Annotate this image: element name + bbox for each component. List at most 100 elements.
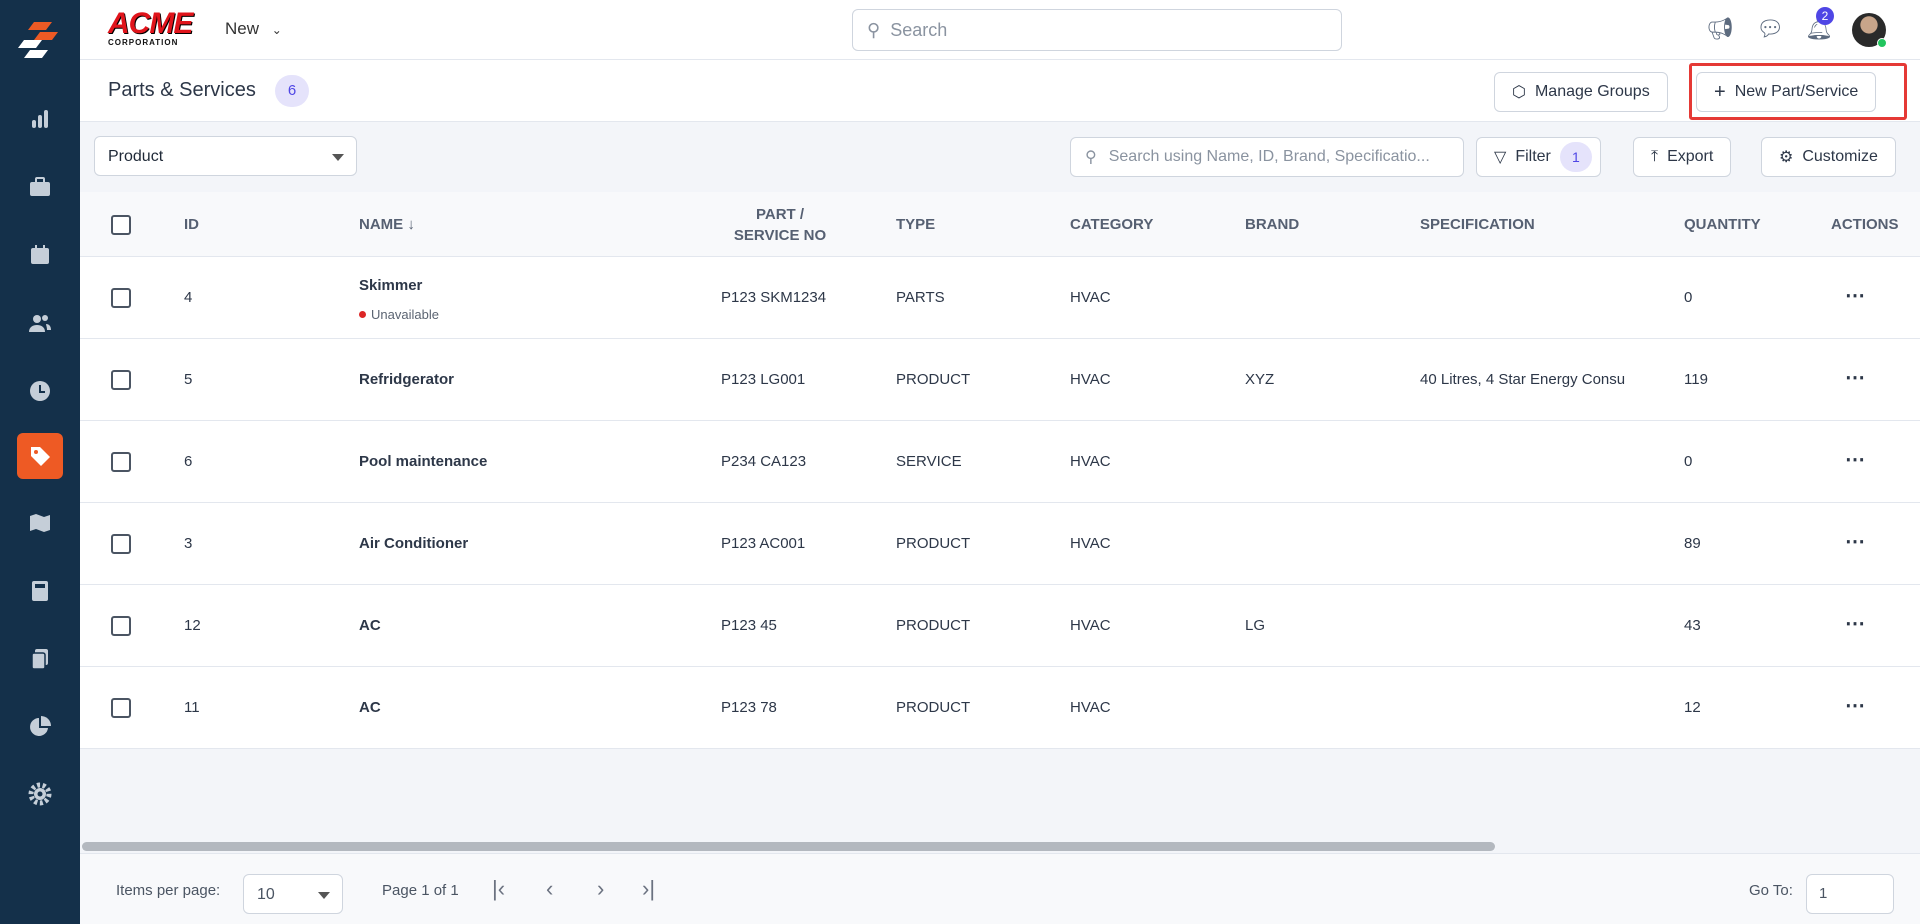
cell-name[interactable]: AC xyxy=(359,699,381,716)
cell-name[interactable]: AC xyxy=(359,617,381,634)
cell-category: HVAC xyxy=(1070,699,1111,716)
cell-id: 4 xyxy=(184,289,193,306)
customize-button[interactable]: ⚙ Customize xyxy=(1761,137,1896,177)
table-row[interactable]: 3 Air Conditioner P123 AC001 PRODUCT HVAC 89 ⋯ xyxy=(80,503,1920,585)
col-specification[interactable]: SPECIFICATION xyxy=(1420,216,1535,233)
row-checkbox[interactable] xyxy=(111,534,131,554)
export-button[interactable]: ⤒ Export xyxy=(1633,137,1732,177)
table-row[interactable]: 5 Refridgerator P123 LG001 PRODUCT HVAC XYZ 40… xyxy=(80,339,1920,421)
cell-part: P234 CA123 xyxy=(721,453,807,470)
cell-type: PRODUCT xyxy=(896,535,971,552)
filter-button[interactable]: ▽ Filter 1 xyxy=(1476,137,1601,177)
cell-brand: XYZ xyxy=(1245,371,1275,388)
col-brand[interactable]: BRAND xyxy=(1245,216,1299,233)
more-actions-icon[interactable]: ⋯ xyxy=(1845,611,1865,636)
cell-category: HVAC xyxy=(1070,371,1111,388)
more-actions-icon[interactable]: ⋯ xyxy=(1845,693,1865,718)
gear-icon xyxy=(28,782,52,806)
caret-down-icon xyxy=(318,892,330,905)
cell-quantity: 89 xyxy=(1684,535,1701,552)
row-checkbox[interactable] xyxy=(111,288,131,308)
status-unavailable: Unavailable xyxy=(359,307,439,322)
last-page-button[interactable]: ›| xyxy=(642,876,655,902)
chat-icon[interactable]: 💬︎ xyxy=(1756,16,1784,42)
cell-part: P123 LG001 xyxy=(721,371,806,388)
sidebar-item-parts-services[interactable] xyxy=(17,433,63,479)
app-logo-icon[interactable] xyxy=(18,22,62,66)
row-checkbox[interactable] xyxy=(111,698,131,718)
global-search-input[interactable]: ⚲ Search xyxy=(852,9,1342,51)
table-row[interactable]: 6 Pool maintenance P234 CA123 SERVICE HVAC 0 ⋯ xyxy=(80,421,1920,503)
cell-quantity: 0 xyxy=(1684,289,1693,306)
sidebar-item-reports[interactable] xyxy=(17,96,63,142)
cell-quantity: 119 xyxy=(1684,371,1708,388)
sidebar-item-analytics[interactable] xyxy=(17,704,63,750)
count-badge: 6 xyxy=(275,75,309,107)
toolbar: Product ⚲ Search using Name, ID, Brand, S… xyxy=(80,122,1920,192)
box-icon: ⬡ xyxy=(1512,84,1526,101)
more-actions-icon[interactable]: ⋯ xyxy=(1845,283,1865,308)
sidebar-item-settings[interactable] xyxy=(17,771,63,817)
col-quantity[interactable]: QUANTITY xyxy=(1684,216,1761,233)
cell-category: HVAC xyxy=(1070,453,1111,470)
horizontal-scrollbar[interactable] xyxy=(82,842,1495,851)
tag-icon xyxy=(31,447,50,466)
map-icon xyxy=(30,514,50,532)
prev-page-button[interactable]: ‹ xyxy=(546,876,553,902)
table-row[interactable]: 11 AC P123 78 PRODUCT HVAC 12 ⋯ xyxy=(80,667,1920,749)
sidebar-item-jobs[interactable] xyxy=(17,164,63,210)
table-search-input[interactable]: ⚲ Search using Name, ID, Brand, Specifica… xyxy=(1070,137,1464,177)
cell-category: HVAC xyxy=(1070,535,1111,552)
cell-spec: 40 Litres, 4 Star Energy Consu xyxy=(1420,371,1626,388)
col-id[interactable]: ID xyxy=(184,216,199,233)
cell-part: P123 SKM1234 xyxy=(721,289,827,306)
sidebar-item-timesheets[interactable] xyxy=(17,368,63,414)
cell-id: 6 xyxy=(184,453,193,470)
first-page-button[interactable]: |‹ xyxy=(492,876,505,902)
table-header: ID NAME ↓ PART / SERVICE NO TYPE CATEGORY… xyxy=(80,192,1920,257)
more-actions-icon[interactable]: ⋯ xyxy=(1845,365,1865,390)
cell-id: 3 xyxy=(184,535,193,552)
next-page-button[interactable]: › xyxy=(597,876,604,902)
cell-id: 5 xyxy=(184,371,193,388)
documents-icon xyxy=(31,649,48,670)
sidebar-item-calendar[interactable] xyxy=(17,232,63,278)
sidebar-item-customers[interactable] xyxy=(17,300,63,346)
cell-name[interactable]: Skimmer xyxy=(359,277,422,294)
new-dropdown[interactable]: New ⌄ xyxy=(225,19,282,39)
items-per-page-select[interactable]: 10 xyxy=(243,874,343,914)
col-type[interactable]: TYPE xyxy=(896,216,935,233)
sidebar-item-map[interactable] xyxy=(17,500,63,546)
cell-category: HVAC xyxy=(1070,617,1111,634)
search-icon: ⚲ xyxy=(1085,149,1097,166)
type-select[interactable]: Product xyxy=(94,136,357,176)
cell-brand: LG xyxy=(1245,617,1266,634)
col-name[interactable]: NAME ↓ xyxy=(359,216,415,233)
manage-groups-button[interactable]: ⬡ Manage Groups xyxy=(1494,72,1668,112)
cell-name[interactable]: Refridgerator xyxy=(359,371,454,388)
cell-quantity: 12 xyxy=(1684,699,1701,716)
megaphone-icon[interactable]: 📢︎ xyxy=(1706,16,1734,42)
online-status-dot xyxy=(1877,38,1887,48)
cell-type: PRODUCT xyxy=(896,617,971,634)
col-category[interactable]: CATEGORY xyxy=(1070,216,1153,233)
pie-chart-icon xyxy=(30,716,51,736)
table-row[interactable]: 12 AC P123 45 PRODUCT HVAC LG 43 ⋯ xyxy=(80,585,1920,667)
row-checkbox[interactable] xyxy=(111,616,131,636)
row-checkbox[interactable] xyxy=(111,370,131,390)
select-all-checkbox[interactable] xyxy=(111,215,131,235)
cell-quantity: 43 xyxy=(1684,617,1701,634)
cell-name[interactable]: Air Conditioner xyxy=(359,535,468,552)
table-row[interactable]: 4 Skimmer P123 SKM1234 PARTS HVAC 0 Unavailabl… xyxy=(80,257,1920,339)
more-actions-icon[interactable]: ⋯ xyxy=(1845,447,1865,472)
search-icon: ⚲ xyxy=(867,19,881,40)
more-actions-icon[interactable]: ⋯ xyxy=(1845,529,1865,554)
cell-name[interactable]: Pool maintenance xyxy=(359,453,487,470)
goto-page-input[interactable]: 1 xyxy=(1806,874,1894,914)
top-bar: ACME CORPORATION New ⌄ ⚲ Search 📢︎ 💬︎ 🔔︎ … xyxy=(80,0,1920,60)
sidebar-item-documents[interactable] xyxy=(17,636,63,682)
col-part-no[interactable]: PART / SERVICE NO xyxy=(720,204,840,246)
parts-table: ID NAME ↓ PART / SERVICE NO TYPE CATEGORY… xyxy=(80,192,1920,749)
sidebar-item-estimates[interactable] xyxy=(17,568,63,614)
row-checkbox[interactable] xyxy=(111,452,131,472)
